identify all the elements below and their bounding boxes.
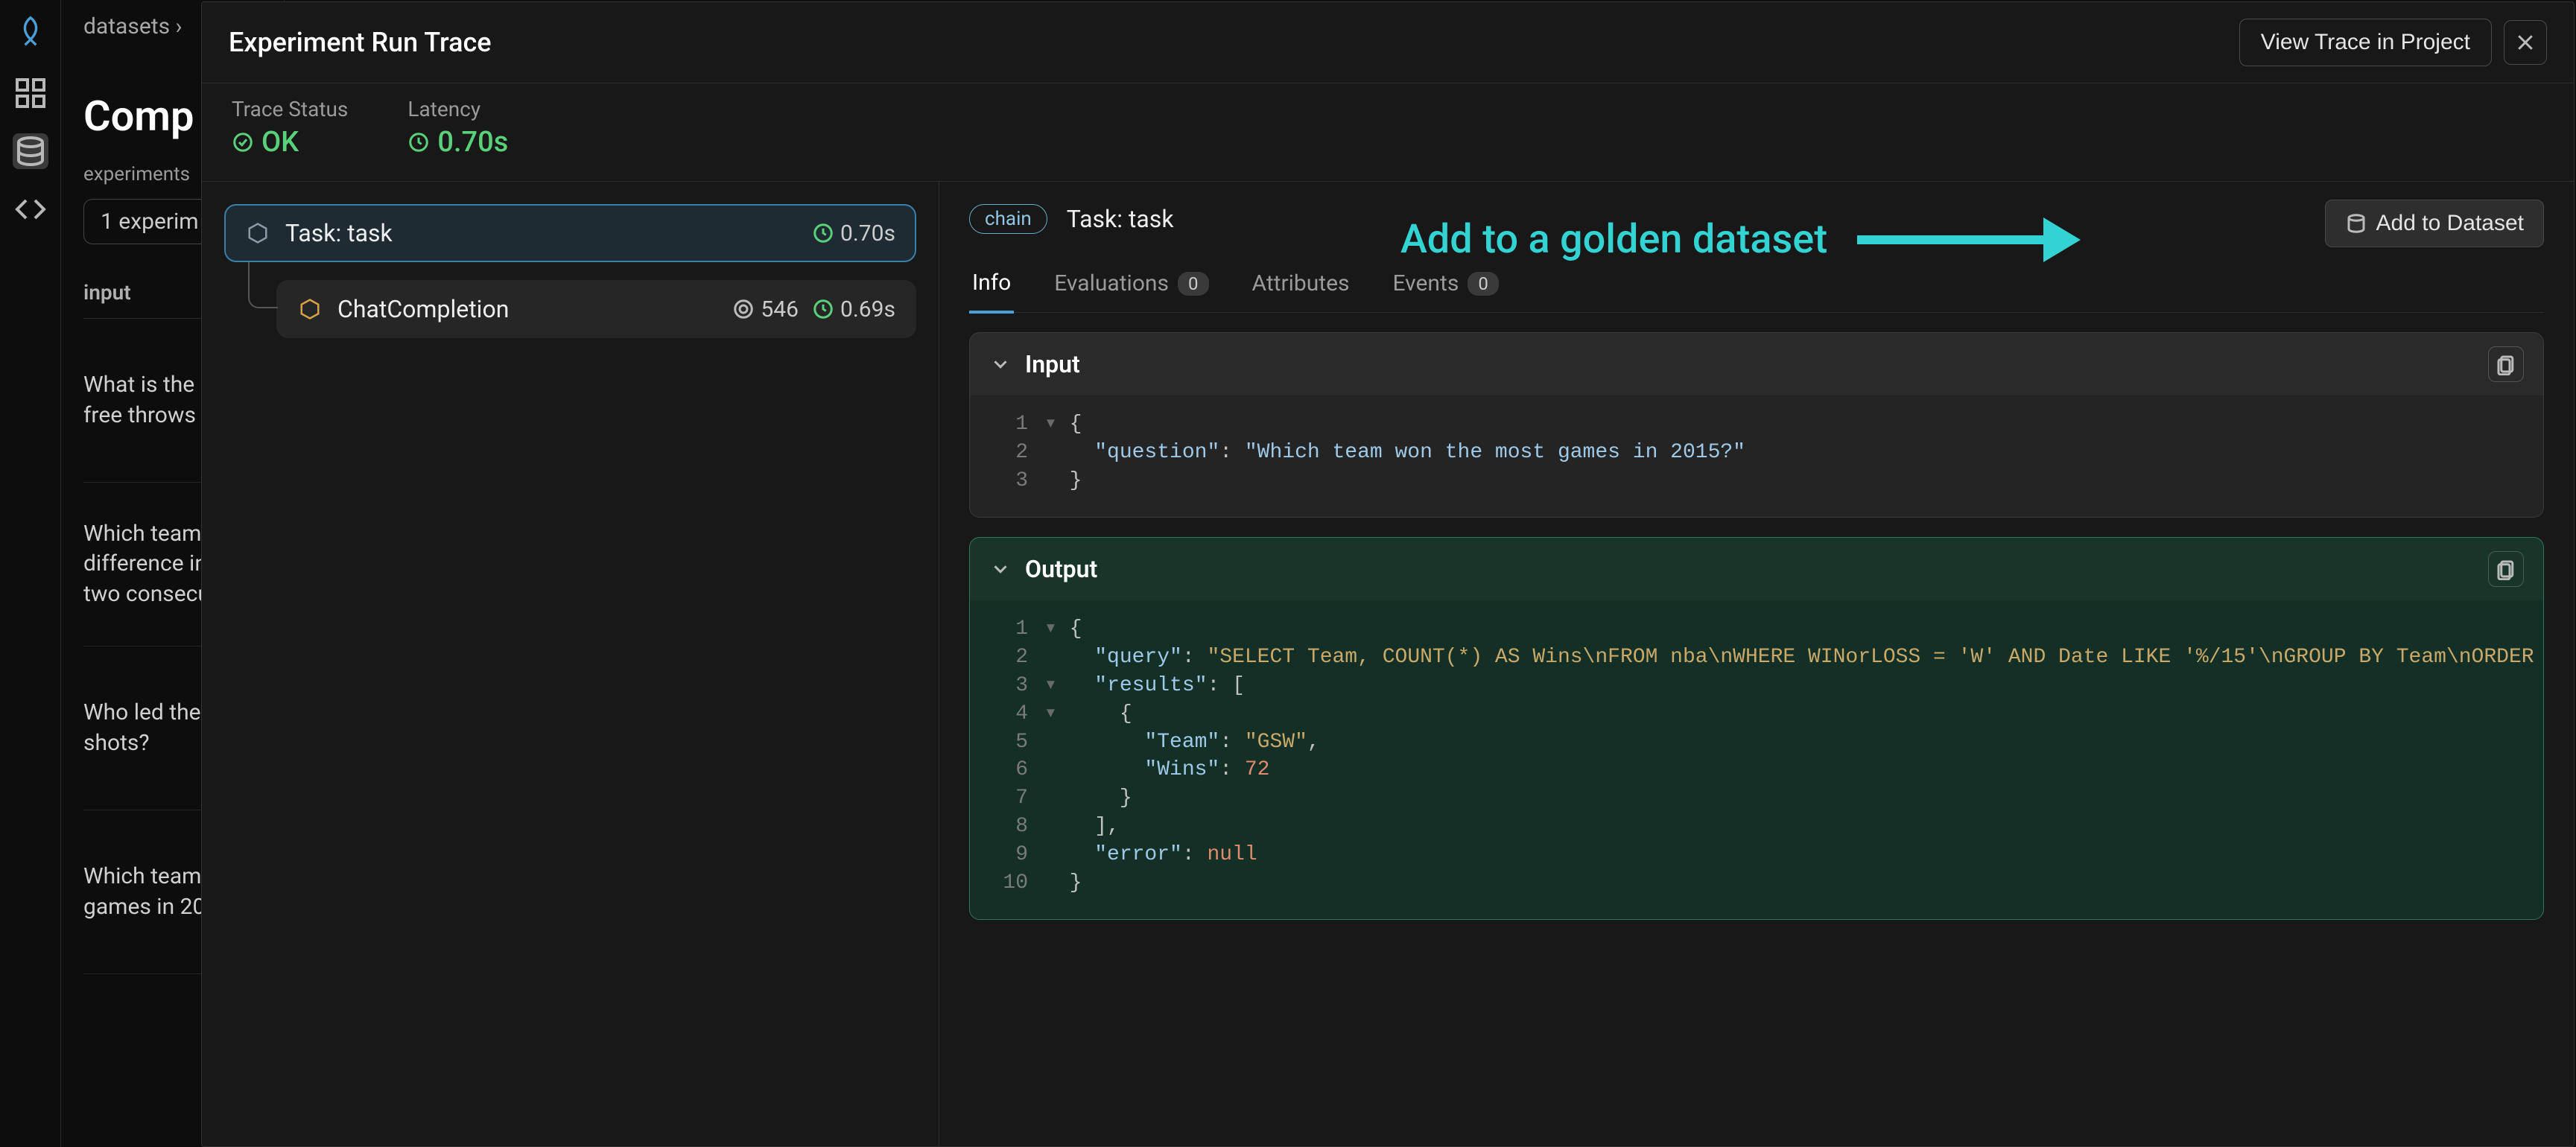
trace-overlay: Experiment Run Trace View Trace in Proje… bbox=[201, 1, 2575, 1147]
nav-rail bbox=[0, 0, 61, 1147]
count-badge: 0 bbox=[1468, 272, 1499, 296]
clipboard-icon bbox=[2495, 558, 2517, 580]
tokens-icon bbox=[732, 298, 755, 320]
overlay-stats: Trace Status OK Latency 0.70s bbox=[202, 83, 2574, 181]
close-button[interactable] bbox=[2504, 20, 2547, 65]
clock-icon bbox=[407, 131, 430, 153]
dataset-icon bbox=[2345, 212, 2367, 235]
nav-grid[interactable] bbox=[13, 75, 48, 111]
tree-node-name: Task: task bbox=[285, 219, 799, 247]
section-title: Output bbox=[1025, 555, 1097, 583]
stat-latency: Latency 0.70s bbox=[407, 97, 508, 159]
overlay-title: Experiment Run Trace bbox=[229, 27, 2227, 58]
stat-value: 0.70s bbox=[407, 126, 508, 159]
copy-button[interactable] bbox=[2488, 346, 2524, 382]
nav-datasets[interactable] bbox=[13, 133, 48, 169]
chain-icon bbox=[245, 220, 270, 246]
count-badge: 0 bbox=[1178, 272, 1209, 296]
stat-label: Trace Status bbox=[232, 97, 348, 121]
input-code[interactable]: 1▾ { 2 "question": "Which team won the m… bbox=[970, 395, 2543, 517]
span-tree: Task: task 0.70s ChatCompletion 546 bbox=[202, 182, 939, 1146]
view-trace-button[interactable]: View Trace in Project bbox=[2239, 19, 2492, 66]
tree-node-child[interactable]: ChatCompletion 546 0.69s bbox=[276, 280, 916, 338]
tree-node-latency: 0.69s bbox=[812, 296, 895, 323]
section-header[interactable]: Input bbox=[970, 333, 2543, 395]
add-to-dataset-button[interactable]: Add to Dataset bbox=[2325, 200, 2544, 247]
section-output: Output 1▾ { 2 "query": "SELECT Team, COU… bbox=[969, 537, 2544, 920]
nav-code[interactable] bbox=[13, 191, 48, 227]
detail-header: chain Task: task bbox=[969, 204, 2544, 234]
detail-tabs: Info Evaluations 0 Attributes Events 0 bbox=[969, 259, 2544, 313]
section-header[interactable]: Output bbox=[970, 538, 2543, 600]
llm-icon bbox=[297, 296, 323, 322]
span-name: Task: task bbox=[1067, 205, 1174, 233]
stat-label: Latency bbox=[407, 97, 508, 121]
experiment-count-pill[interactable]: 1 experim bbox=[83, 199, 216, 244]
tree-node-latency: 0.70s bbox=[812, 220, 895, 247]
tree-node-name: ChatCompletion bbox=[337, 295, 719, 323]
output-code[interactable]: 1▾ { 2 "query": "SELECT Team, COUNT(*) A… bbox=[970, 600, 2543, 919]
stat-value: OK bbox=[232, 126, 348, 159]
tab-events[interactable]: Events 0 bbox=[1390, 259, 1502, 312]
tree-node-root[interactable]: Task: task 0.70s bbox=[224, 204, 916, 262]
chevron-down-icon bbox=[989, 558, 1012, 580]
overlay-header: Experiment Run Trace View Trace in Proje… bbox=[202, 2, 2574, 83]
clock-icon bbox=[812, 298, 834, 320]
tab-evaluations[interactable]: Evaluations 0 bbox=[1051, 259, 1211, 312]
span-kind-badge: chain bbox=[969, 204, 1047, 234]
tree-node-tokens: 546 bbox=[732, 296, 799, 323]
check-circle-icon bbox=[232, 131, 254, 153]
app-logo bbox=[14, 15, 47, 53]
clock-icon bbox=[812, 222, 834, 244]
tab-info[interactable]: Info bbox=[969, 259, 1014, 314]
tab-attributes[interactable]: Attributes bbox=[1249, 259, 1353, 312]
close-icon bbox=[2514, 31, 2537, 54]
copy-button[interactable] bbox=[2488, 551, 2524, 587]
stat-trace-status: Trace Status OK bbox=[232, 97, 348, 159]
detail-panel: chain Task: task Add to Dataset Info Eva… bbox=[939, 182, 2574, 1146]
chevron-down-icon bbox=[989, 353, 1012, 375]
section-title: Input bbox=[1025, 350, 1080, 378]
clipboard-icon bbox=[2495, 353, 2517, 375]
section-input: Input 1▾ { 2 "question": "Which team won… bbox=[969, 332, 2544, 518]
